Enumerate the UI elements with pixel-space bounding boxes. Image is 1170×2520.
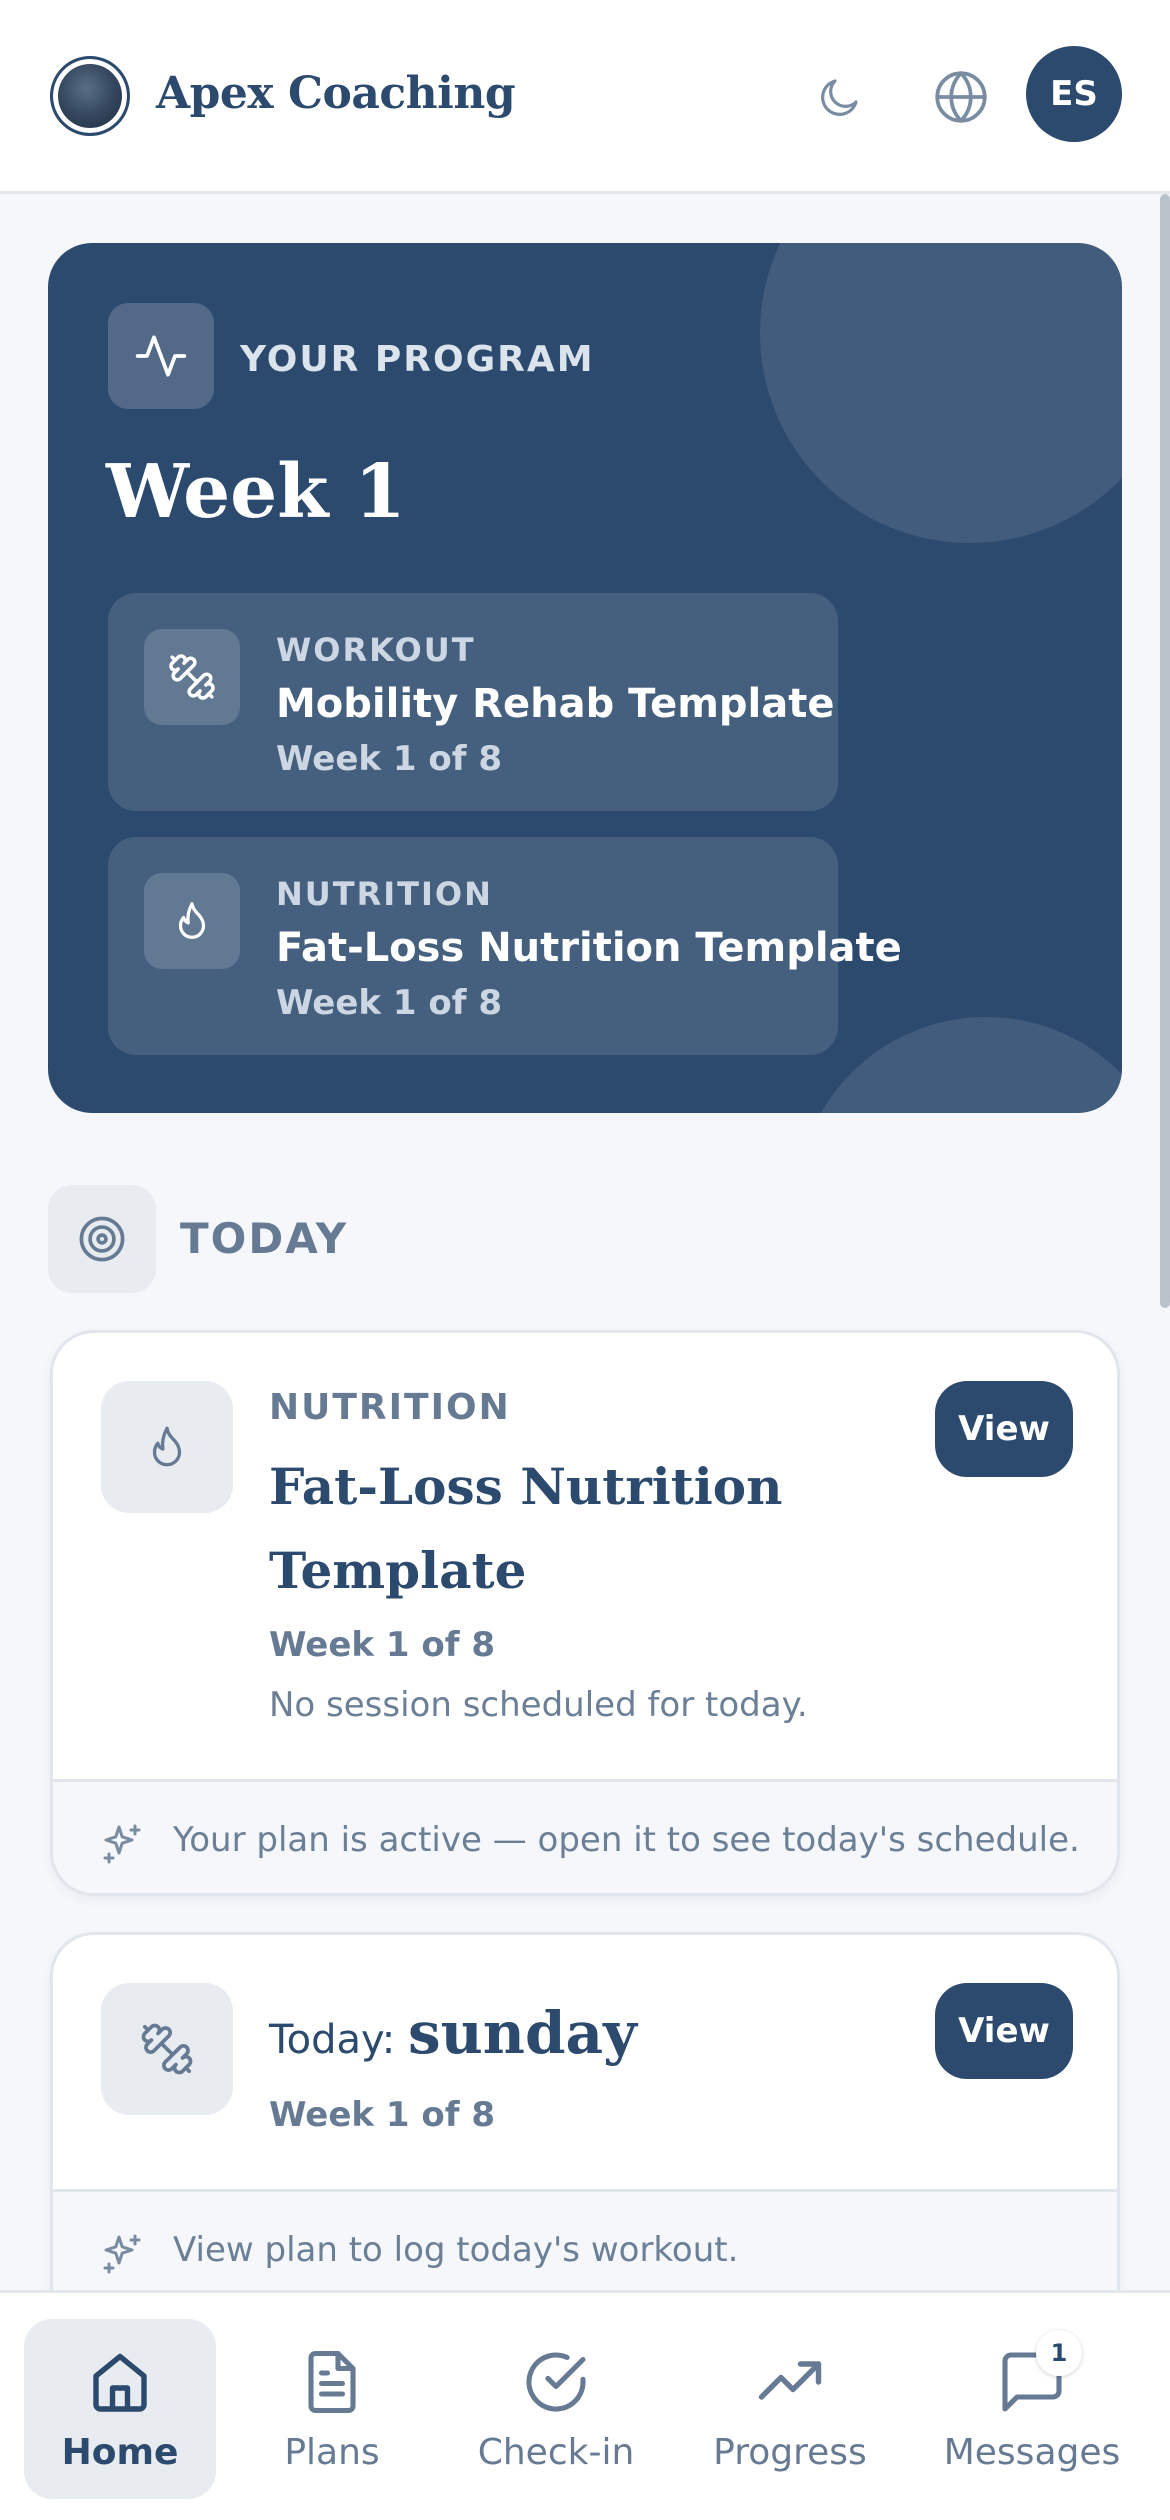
nav-label: Check-in: [477, 2431, 635, 2473]
card-footer: View plan to log today's workout.: [53, 2189, 1117, 2290]
nav-check-in[interactable]: Check-in: [470, 2319, 642, 2499]
today-day: sunday: [407, 1999, 637, 2067]
home-icon: [93, 2353, 147, 2412]
footer-text: View plan to log today's workout.: [173, 2230, 739, 2270]
today-day-line: Today: sunday: [269, 1999, 637, 2067]
card-footer: Your plan is active — open it to see tod…: [53, 1779, 1117, 1893]
dumbbell-icon: [101, 1983, 233, 2115]
user-avatar[interactable]: ES: [1026, 46, 1122, 142]
plan-week: Week 1 of 8: [276, 739, 502, 779]
card-title: Fat-Loss Nutrition Template: [269, 1457, 783, 1600]
globe-icon[interactable]: [926, 62, 996, 132]
decorative-circle: [796, 1017, 1122, 1113]
nav-progress[interactable]: Progress: [710, 2319, 870, 2499]
decorative-circle: [760, 243, 1122, 543]
bottom-nav: Home Plans Check-in Progress 1 Messages: [0, 2290, 1170, 2520]
program-label: YOUR PROGRAM: [240, 339, 595, 380]
program-week-title: Week 1: [106, 449, 406, 535]
footer-text: Your plan is active — open it to see tod…: [173, 1820, 1080, 1860]
program-plan-nutrition[interactable]: NUTRITION Fat-Loss Nutrition Template We…: [108, 837, 902, 1055]
trending-up-icon: [758, 2360, 822, 2400]
nav-messages[interactable]: 1 Messages: [940, 2319, 1124, 2499]
plan-week: Week 1 of 8: [276, 983, 502, 1023]
brand-name: Apex Coaching: [156, 68, 516, 119]
unread-badge: 1: [1036, 2329, 1082, 2376]
plan-type: NUTRITION: [276, 875, 493, 913]
nav-label: Messages: [943, 2431, 1121, 2473]
today-heading: TODAY: [180, 1214, 349, 1263]
plan-name: Mobility Rehab Template: [276, 681, 835, 727]
nutrition-today-card: NUTRITION Fat-Loss Nutrition Template We…: [50, 1330, 1120, 1896]
today-prefix: Today:: [269, 2017, 396, 2063]
sparkles-icon: [103, 2234, 141, 2274]
target-icon: [48, 1185, 156, 1293]
view-workout-button[interactable]: View: [935, 1983, 1073, 2079]
dumbbell-icon: [144, 629, 240, 725]
view-nutrition-button[interactable]: View: [935, 1381, 1073, 1477]
card-type: NUTRITION: [269, 1387, 511, 1428]
card-week: Week 1 of 8: [269, 2095, 495, 2135]
plan-name: Fat-Loss Nutrition Template: [276, 925, 902, 971]
document-icon: [308, 2350, 356, 2413]
nav-label: Progress: [713, 2431, 867, 2473]
workout-today-card: Today: sunday Week 1 of 8 View View plan…: [50, 1932, 1120, 2290]
nav-label: Home: [61, 2431, 179, 2473]
program-plan-workout[interactable]: WORKOUT Mobility Rehab Template Week 1 o…: [108, 593, 838, 811]
check-circle-icon: [526, 2351, 586, 2412]
flame-icon: [144, 873, 240, 969]
flame-icon: [101, 1381, 233, 1513]
program-card: YOUR PROGRAM Week 1 WORKOUT Mobility Reh…: [48, 243, 1122, 1113]
nav-label: Plans: [284, 2431, 380, 2473]
moon-icon[interactable]: [805, 62, 875, 132]
sparkles-icon: [103, 1824, 141, 1864]
app-header: Apex Coaching ES: [0, 0, 1170, 194]
nav-plans[interactable]: Plans: [252, 2319, 412, 2499]
message-icon: 1: [996, 2329, 1082, 2418]
brand-logo[interactable]: [50, 56, 130, 136]
activity-icon: [108, 303, 214, 409]
card-message: No session scheduled for today.: [269, 1685, 808, 1725]
scrollbar[interactable]: [1160, 194, 1170, 1308]
plan-type: WORKOUT: [276, 631, 476, 669]
card-week: Week 1 of 8: [269, 1625, 495, 1665]
nav-home[interactable]: Home: [24, 2319, 216, 2499]
